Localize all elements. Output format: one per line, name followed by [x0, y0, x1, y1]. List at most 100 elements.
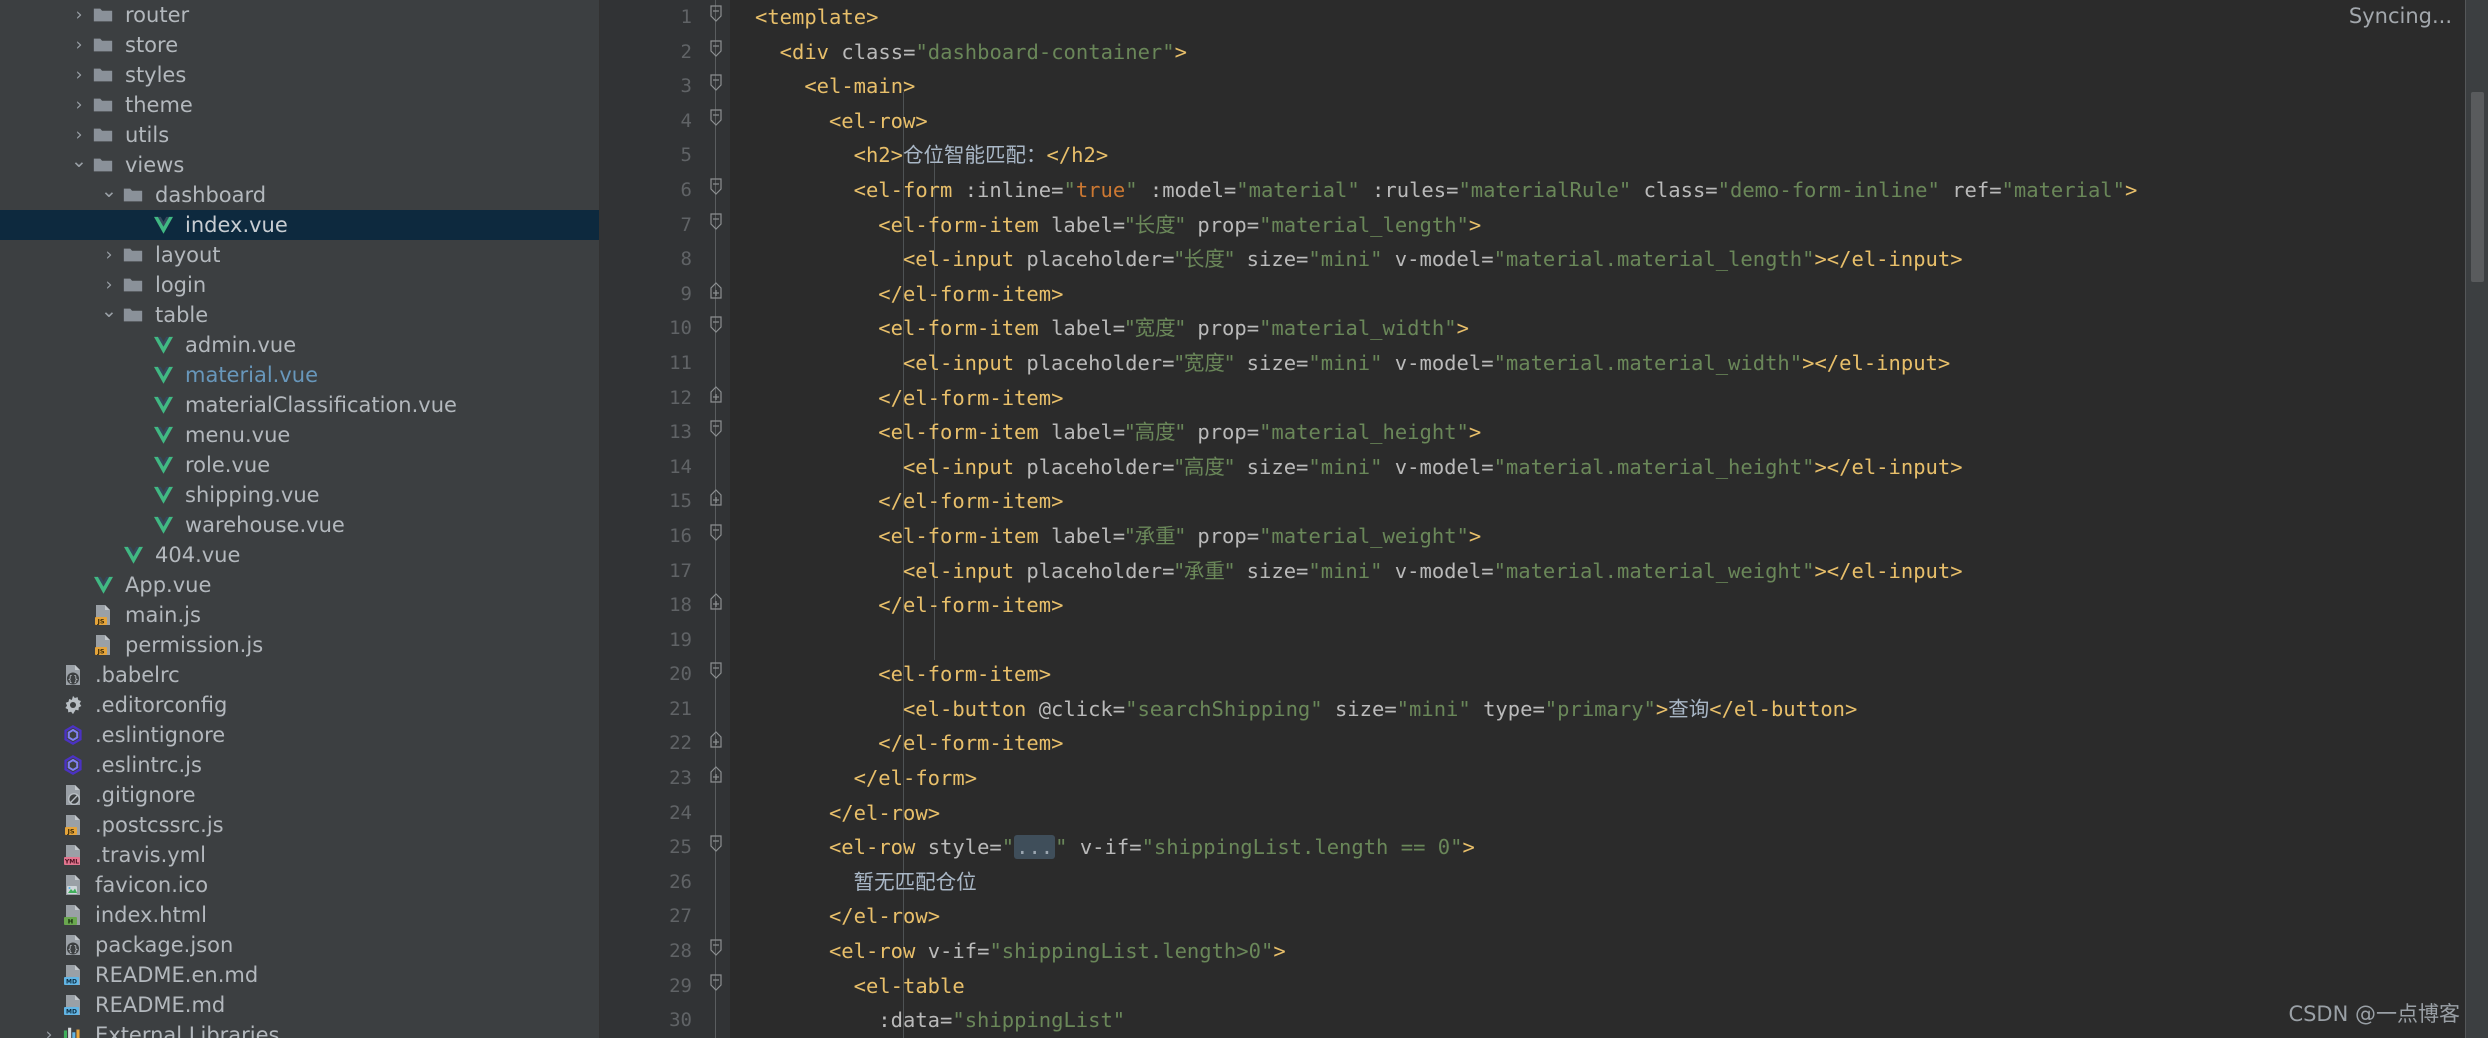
tree-item-package-json[interactable]: {} package.json: [0, 930, 600, 960]
tree-item-eslintignore[interactable]: .eslintignore: [0, 720, 600, 750]
fold-collapse-icon[interactable]: [708, 173, 724, 208]
chevron-right-icon[interactable]: ›: [68, 96, 90, 114]
chevron-right-icon[interactable]: ›: [98, 246, 120, 264]
tree-item-index-vue[interactable]: index.vue: [0, 210, 600, 240]
tree-item-editorconfig[interactable]: .editorconfig: [0, 690, 600, 720]
tree-item-404-vue[interactable]: 404.vue: [0, 540, 600, 570]
code-line[interactable]: 13 <el-form-item label="高度" prop="materia…: [600, 415, 2488, 450]
fold-collapse-icon[interactable]: [708, 830, 724, 865]
tree-item-app-vue[interactable]: App.vue: [0, 570, 600, 600]
chevron-right-icon[interactable]: ›: [68, 6, 90, 24]
code-line[interactable]: 9 </el-form-item>: [600, 277, 2488, 312]
tree-item-login[interactable]: › login: [0, 270, 600, 300]
code-line[interactable]: 27 </el-row>: [600, 899, 2488, 934]
code-line[interactable]: 26 暂无匹配仓位: [600, 865, 2488, 900]
tree-item-store[interactable]: › store: [0, 30, 600, 60]
tree-item-views[interactable]: ⌄ views: [0, 150, 600, 180]
tree-item-shipping-vue[interactable]: shipping.vue: [0, 480, 600, 510]
code-lines[interactable]: 1 <template> 2 <div class="dashboard-contai…: [600, 0, 2488, 1038]
code-line[interactable]: 21 <el-button @click="searchShipping" siz…: [600, 692, 2488, 727]
tree-item-permission-js[interactable]: JS permission.js: [0, 630, 600, 660]
tree-item-router[interactable]: › router: [0, 0, 600, 30]
tree-item-admin-vue[interactable]: admin.vue: [0, 330, 600, 360]
chevron-right-icon[interactable]: ›: [38, 1026, 60, 1038]
chevron-down-icon[interactable]: ⌄: [68, 151, 90, 171]
fold-collapse-icon[interactable]: [708, 519, 724, 554]
chevron-right-icon[interactable]: ›: [68, 66, 90, 84]
tree-item-dashboard[interactable]: ⌄ dashboard: [0, 180, 600, 210]
tree-item-travis-yml[interactable]: YML .travis.yml: [0, 840, 600, 870]
tree-item-warehouse-vue[interactable]: warehouse.vue: [0, 510, 600, 540]
code-line[interactable]: 28 <el-row v-if="shippingList.length>0">: [600, 934, 2488, 969]
vertical-scrollbar-thumb[interactable]: [2471, 92, 2484, 282]
project-file-tree[interactable]: › router › store › styles › theme › utils ⌄ views ⌄ d…: [0, 0, 600, 1038]
code-line[interactable]: 2 <div class="dashboard-container">: [600, 35, 2488, 70]
tree-item-table[interactable]: ⌄ table: [0, 300, 600, 330]
tree-item-theme[interactable]: › theme: [0, 90, 600, 120]
tree-item-index-html[interactable]: Hindex.html: [0, 900, 600, 930]
fold-collapse-icon[interactable]: [708, 69, 724, 104]
code-line[interactable]: 19: [600, 623, 2488, 658]
code-line[interactable]: 7 <el-form-item label="长度" prop="material…: [600, 208, 2488, 243]
fold-collapse-icon[interactable]: [708, 657, 724, 692]
tree-item-favicon-ico[interactable]: favicon.ico: [0, 870, 600, 900]
code-line[interactable]: 5 <h2>仓位智能匹配：</h2>: [600, 138, 2488, 173]
fold-collapse-icon[interactable]: [708, 0, 724, 35]
tree-item-eslintrc-js[interactable]: .eslintrc.js: [0, 750, 600, 780]
code-line[interactable]: 30:data="shippingList": [600, 1003, 2488, 1038]
fold-collapse-icon[interactable]: [708, 35, 724, 70]
fold-collapse-icon[interactable]: [708, 415, 724, 450]
code-line[interactable]: 23 </el-form>: [600, 761, 2488, 796]
marker-stripe[interactable]: [2466, 0, 2488, 1038]
tree-item-gitignore[interactable]: .gitignore: [0, 780, 600, 810]
chevron-down-icon[interactable]: ⌄: [98, 181, 120, 201]
tree-item-external-libraries[interactable]: › External Libraries: [0, 1020, 600, 1038]
code-line[interactable]: 12 </el-form-item>: [600, 381, 2488, 416]
chevron-right-icon[interactable]: ›: [98, 276, 120, 294]
code-line[interactable]: 16 <el-form-item label="承重" prop="materia…: [600, 519, 2488, 554]
fold-expand-icon[interactable]: [708, 726, 724, 761]
code-line[interactable]: 8 <el-input placeholder="长度" size="mini" …: [600, 242, 2488, 277]
code-line[interactable]: 6 <el-form :inline="true" :model="materia…: [600, 173, 2488, 208]
tree-item-readme-en-md[interactable]: MD README.en.md: [0, 960, 600, 990]
tree-item-babelrc[interactable]: {} .babelrc: [0, 660, 600, 690]
code-line[interactable]: 24 </el-row>: [600, 796, 2488, 831]
code-editor[interactable]: 1 <template> 2 <div class="dashboard-contai…: [600, 0, 2488, 1038]
fold-expand-icon[interactable]: [708, 381, 724, 416]
code-line[interactable]: 29 <el-table: [600, 969, 2488, 1004]
code-line[interactable]: 20 <el-form-item>: [600, 657, 2488, 692]
fold-expand-icon[interactable]: [708, 761, 724, 796]
folded-region-placeholder[interactable]: ...: [1014, 835, 1056, 860]
fold-expand-icon[interactable]: [708, 277, 724, 312]
tree-item-layout[interactable]: › layout: [0, 240, 600, 270]
fold-collapse-icon[interactable]: [708, 208, 724, 243]
tree-item-utils[interactable]: › utils: [0, 120, 600, 150]
code-line[interactable]: 14 <el-input placeholder="高度" size="mini"…: [600, 450, 2488, 485]
code-line[interactable]: 10 <el-form-item label="宽度" prop="materia…: [600, 311, 2488, 346]
code-line[interactable]: 1 <template>: [600, 0, 2488, 35]
tree-item-readme-md[interactable]: MD README.md: [0, 990, 600, 1020]
code-line[interactable]: 11 <el-input placeholder="宽度" size="mini"…: [600, 346, 2488, 381]
tree-item-material-vue[interactable]: material.vue: [0, 360, 600, 390]
chevron-right-icon[interactable]: ›: [68, 36, 90, 54]
chevron-right-icon[interactable]: ›: [68, 126, 90, 144]
tree-item-menu-vue[interactable]: menu.vue: [0, 420, 600, 450]
code-line[interactable]: 3 <el-main>: [600, 69, 2488, 104]
fold-collapse-icon[interactable]: [708, 969, 724, 1004]
code-line[interactable]: 17 <el-input placeholder="承重" size="mini"…: [600, 554, 2488, 589]
code-line[interactable]: 15 </el-form-item>: [600, 484, 2488, 519]
fold-collapse-icon[interactable]: [708, 311, 724, 346]
tree-item-styles[interactable]: › styles: [0, 60, 600, 90]
code-line[interactable]: 25 <el-row style="..." v-if="shippingList…: [600, 830, 2488, 865]
tree-item-materialclassification-vue[interactable]: materialClassification.vue: [0, 390, 600, 420]
tree-item-role-vue[interactable]: role.vue: [0, 450, 600, 480]
code-line[interactable]: 4 <el-row>: [600, 104, 2488, 139]
fold-collapse-icon[interactable]: [708, 934, 724, 969]
fold-collapse-icon[interactable]: [708, 104, 724, 139]
code-line[interactable]: 18 </el-form-item>: [600, 588, 2488, 623]
chevron-down-icon[interactable]: ⌄: [98, 301, 120, 321]
tree-item-postcssrc-js[interactable]: JS .postcssrc.js: [0, 810, 600, 840]
fold-expand-icon[interactable]: [708, 484, 724, 519]
fold-expand-icon[interactable]: [708, 588, 724, 623]
project-tool-window[interactable]: › router › store › styles › theme › utils ⌄ views ⌄ d…: [0, 0, 600, 1038]
